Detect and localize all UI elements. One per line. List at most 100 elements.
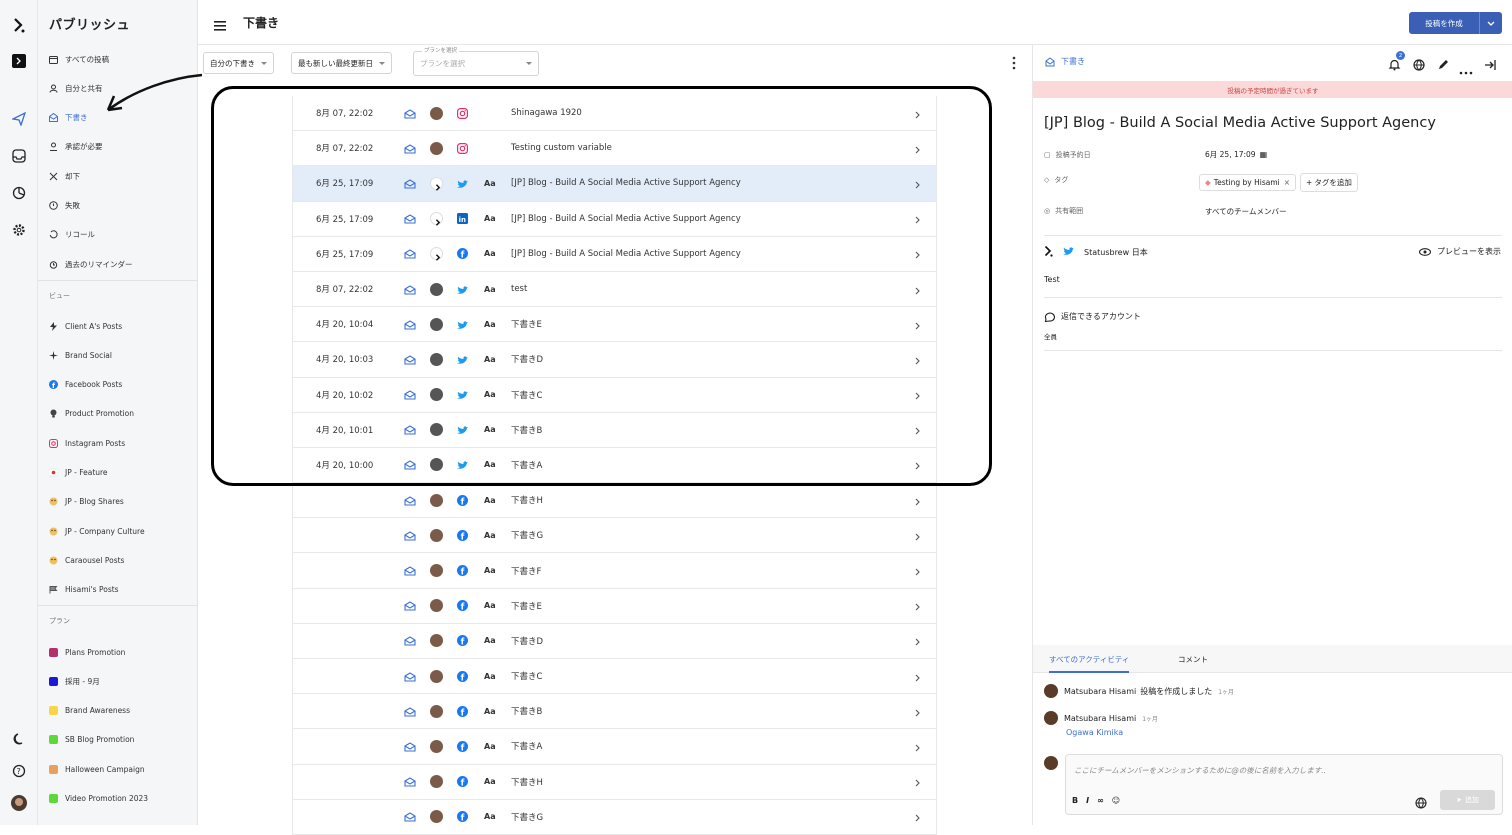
italic-icon[interactable]: I [1086, 796, 1089, 805]
sidebar-plan-5[interactable]: Video Promotion 2023 [49, 791, 148, 807]
sidebar-item-7[interactable]: 過去のリマインダー [49, 256, 133, 272]
paper-plane-icon[interactable] [10, 110, 28, 128]
create-post-button[interactable]: 投稿を作成 [1409, 12, 1502, 34]
draft-row[interactable]: 4月 20, 10:00 Aa 下書きA [293, 448, 936, 484]
edit-icon[interactable] [1437, 56, 1449, 75]
remove-tag-icon: × [1283, 178, 1291, 187]
sidebar-view-8[interactable]: Caraousel Posts [49, 552, 124, 568]
draft-row[interactable]: 4月 20, 10:01 Aa 下書きB [293, 413, 936, 448]
instagram-icon [457, 139, 469, 158]
tab-all-activity[interactable]: すべてのアクティビティ [1049, 654, 1130, 673]
emoji-icon[interactable]: ☺ [1112, 796, 1120, 805]
collapse-panel-icon[interactable] [1484, 56, 1496, 75]
share-value[interactable]: すべてのチームメンバー [1205, 206, 1286, 217]
chevron-down-icon[interactable] [1480, 21, 1502, 26]
sidebar-view-5[interactable]: JP - Feature [49, 465, 108, 481]
draft-row[interactable]: 4月 20, 10:03 Aa 下書きD [293, 342, 936, 378]
sidebar-item-4[interactable]: 却下 [49, 168, 80, 184]
account-avatar [430, 810, 443, 824]
analytics-icon[interactable] [10, 184, 28, 202]
bell-icon[interactable]: 2 [1388, 51, 1405, 75]
avatar [1044, 756, 1058, 770]
sidebar-view-0[interactable]: Client A's Posts [49, 318, 122, 334]
sidebar-plan-1[interactable]: 採用 - 9月 [49, 673, 100, 689]
sidebar-item-3[interactable]: 承認が必要 [49, 139, 103, 155]
sidebar-item-6[interactable]: リコール [49, 227, 95, 243]
draft-row[interactable]: f Aa 下書きB [293, 694, 936, 730]
draft-row[interactable]: f Aa 下書きG [293, 518, 936, 554]
draft-row[interactable]: f Aa 下書きH [293, 765, 936, 800]
inbox-icon[interactable] [10, 147, 28, 165]
globe-icon[interactable] [1415, 794, 1427, 813]
comment-box[interactable]: ここにチームメンバーをメンションするために@の後に名前を入力します.. B I … [1065, 754, 1503, 815]
draft-status-icon [404, 315, 416, 334]
sidebar-view-2[interactable]: f Facebook Posts [49, 377, 122, 393]
sidebar-plan-3[interactable]: SB Blog Promotion [49, 732, 134, 748]
moon-icon[interactable] [10, 730, 28, 748]
x-icon [49, 172, 58, 181]
sort-filter[interactable]: 最も新しい最終更新日 [291, 52, 392, 74]
link-icon[interactable]: ∞ [1097, 796, 1104, 805]
draft-row[interactable]: 4月 20, 10:04 Aa 下書きE [293, 307, 936, 343]
chevron-right-icon [915, 526, 920, 545]
sidebar-plan-0[interactable]: Plans Promotion [49, 644, 125, 660]
draft-row[interactable]: 8月 07, 22:02 Aa test [293, 272, 936, 308]
draft-row[interactable]: f Aa 下書きG [293, 800, 936, 835]
preview-button[interactable]: プレビューを表示 [1419, 246, 1501, 257]
sidebar-item-0[interactable]: すべての投稿 [49, 51, 109, 67]
mention-link[interactable]: Ogawa Kimika [1066, 728, 1123, 737]
draft-row[interactable]: f Aa 下書きH [293, 483, 936, 519]
account-badge-icon[interactable] [10, 52, 28, 70]
settings-icon[interactable] [10, 221, 28, 239]
twitter-icon [1063, 246, 1074, 258]
draft-row[interactable]: 4月 20, 10:02 Aa 下書きC [293, 378, 936, 413]
sidebar-item-label: Instagram Posts [65, 438, 126, 448]
draft-row[interactable]: f Aa 下書きE [293, 589, 936, 624]
draft-status-icon [404, 280, 416, 299]
tab-comments[interactable]: コメント [1178, 654, 1208, 665]
sidebar-view-3[interactable]: Product Promotion [49, 406, 134, 422]
sidebar-plan-4[interactable]: Halloween Campaign [49, 761, 145, 777]
emoji-icon [49, 497, 58, 506]
globe-icon[interactable] [1413, 56, 1425, 75]
bold-icon[interactable]: B [1072, 796, 1078, 805]
sidebar-view-4[interactable]: Instagram Posts [49, 435, 125, 451]
sidebar-view-1[interactable]: Brand Social [49, 347, 112, 363]
divider [1044, 297, 1502, 298]
sidebar-item-1[interactable]: 自分と共有 [49, 80, 103, 96]
sidebar-view-9[interactable]: Hisami's Posts [49, 582, 119, 598]
svg-text:f: f [461, 814, 465, 823]
account-avatar [430, 634, 443, 648]
statusbrew-logo-icon[interactable] [10, 16, 28, 34]
plan-select[interactable]: プランを選択 プランを選択 [413, 46, 539, 76]
draft-row[interactable]: 8月 07, 22:02 Testing custom variable [293, 131, 936, 167]
overdue-banner: 投稿の予定時間が過ぎています [1033, 81, 1512, 98]
my-drafts-filter[interactable]: 自分の下書き [203, 52, 274, 74]
more-options-icon[interactable] [1012, 55, 1016, 74]
user-avatar[interactable] [10, 794, 28, 812]
scheduled-value-wrap[interactable]: 6月 25, 17:09 ▦ [1205, 149, 1267, 160]
draft-row[interactable]: f Aa 下書きD [293, 624, 936, 659]
post-date: 4月 20, 10:00 [316, 460, 374, 471]
sidebar-item-2[interactable]: 下書き [49, 110, 88, 126]
sidebar-view-6[interactable]: JP - Blog Shares [49, 494, 124, 510]
calendar-icon [49, 55, 58, 64]
sidebar-item-5[interactable]: 失敗 [49, 198, 80, 214]
hamburger-menu-icon[interactable] [214, 16, 226, 35]
add-comment-button[interactable]: ➤ 追加 [1440, 790, 1495, 810]
draft-row[interactable]: 6月 25, 17:09 f Aa [JP] Blog - Build A Socia… [293, 237, 936, 272]
draft-row[interactable]: f Aa 下書きC [293, 659, 936, 695]
help-icon[interactable]: ? [10, 762, 28, 780]
sidebar-plan-2[interactable]: Brand Awareness [49, 703, 130, 719]
draft-row[interactable]: f Aa 下書きF [293, 553, 936, 589]
draft-row[interactable]: 6月 25, 17:09 Aa [JP] Blog - Build A Social… [293, 166, 936, 202]
more-icon[interactable] [1459, 60, 1473, 79]
draft-row[interactable]: f Aa 下書きA [293, 729, 936, 765]
chevron-right-icon [915, 667, 920, 686]
tag-chip[interactable]: ◆ Testing by Hisami × [1199, 174, 1297, 191]
sidebar-view-7[interactable]: JP - Company Culture [49, 523, 145, 539]
draft-row[interactable]: 6月 25, 17:09 in Aa [JP] Blog - Build A Soci… [293, 202, 936, 237]
add-tag-button[interactable]: + タグを追加 [1300, 173, 1358, 192]
draft-row[interactable]: 8月 07, 22:02 Shinagawa 1920 [293, 96, 936, 132]
notification-badge: 2 [1396, 51, 1405, 60]
